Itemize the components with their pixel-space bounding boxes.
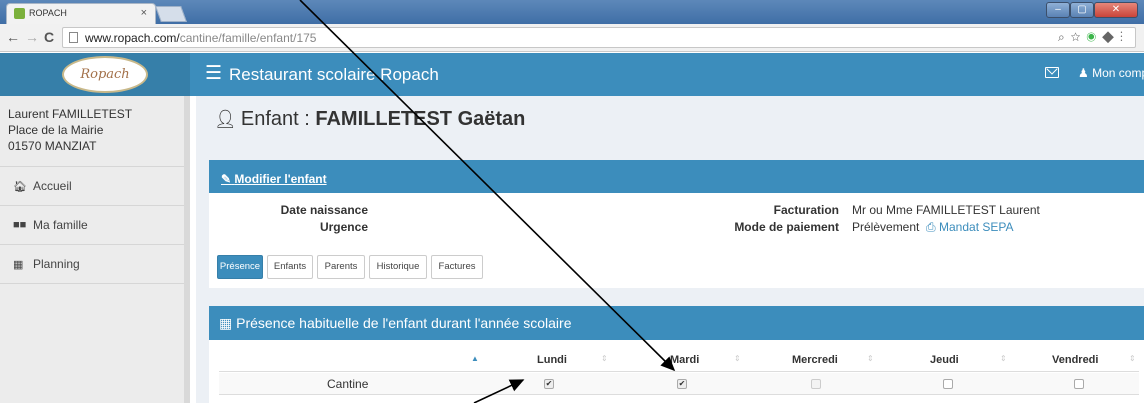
back-arrow-icon[interactable]: ← xyxy=(6,29,20,45)
payment-mode-value: Prélèvement ⎙ Mandat SEPA xyxy=(852,220,1013,235)
zoom-icon[interactable]: ⌕ xyxy=(1058,30,1071,44)
reload-icon[interactable]: C xyxy=(44,29,54,45)
logo-area: Ropach xyxy=(0,53,190,96)
presence-header: ▦ Présence habituelle de l'enfant durant… xyxy=(209,306,1144,340)
sidebar-item-planning[interactable]: ▦ Planning xyxy=(0,245,184,283)
browser-tab[interactable]: ROPACH × xyxy=(6,3,156,24)
favicon-icon xyxy=(14,8,25,19)
close-window-button[interactable]: ✕ xyxy=(1094,2,1138,18)
close-tab-icon[interactable]: × xyxy=(141,7,147,19)
account-menu[interactable]: ♟ Mon compte xyxy=(1078,66,1144,80)
ropach-logo[interactable]: Ropach xyxy=(62,56,148,93)
home-icon: 🏠︎ xyxy=(13,181,27,193)
menu-dots-icon[interactable]: ⋮ xyxy=(1120,30,1129,44)
address-line-1: Place de la Mairie xyxy=(8,123,104,137)
sort-icon[interactable]: ⇕ xyxy=(734,354,741,363)
group-icon: ■■ xyxy=(13,219,27,231)
sidebar-item-ma-famille[interactable]: ■■ Ma famille xyxy=(0,206,184,244)
presence-box: ▦ Présence habituelle de l'enfant durant… xyxy=(209,306,1144,403)
url-host: www.ropach.com/ xyxy=(85,31,180,45)
column-header-vendredi[interactable]: Vendredi xyxy=(1052,354,1098,366)
tab-parents[interactable]: Parents xyxy=(317,255,365,279)
child-icon: 👤︎ xyxy=(214,109,237,129)
hamburger-icon[interactable]: ☰ xyxy=(205,64,222,84)
minimize-button[interactable]: – xyxy=(1046,2,1070,18)
sort-icon[interactable]: ⇕ xyxy=(867,354,874,363)
billing-value: Mr ou Mme FAMILLETEST Laurent xyxy=(852,203,1040,217)
column-header-mardi[interactable]: Mardi xyxy=(670,354,699,366)
birth-date-label: Date naissance xyxy=(280,203,368,217)
child-info-header: ✎ Modifier l'enfant xyxy=(209,163,1144,193)
calendar-icon: ▦ xyxy=(13,259,24,271)
sidebar-item-label: Accueil xyxy=(33,179,72,193)
extension-icon-2[interactable]: ◆ xyxy=(1102,30,1120,44)
url-text: www.ropach.com/cantine/famille/enfant/17… xyxy=(85,31,316,45)
sort-icon[interactable]: ⇕ xyxy=(1129,354,1136,363)
payment-mode-label: Mode de paiement xyxy=(734,220,839,234)
payment-value: Prélèvement xyxy=(852,220,920,234)
sort-icon[interactable]: ⇕ xyxy=(1000,354,1007,363)
child-name: FAMILLETEST Gaëtan xyxy=(315,108,526,130)
column-header-mercredi[interactable]: Mercredi xyxy=(792,354,838,366)
bookmark-star-icon[interactable]: ☆ xyxy=(1071,30,1087,44)
maximize-button[interactable]: ▢ xyxy=(1070,2,1094,18)
presence-table-header: ▲ Lundi ⇕ Mardi ⇕ Mercredi ⇕ Jeudi ⇕ Ven… xyxy=(219,350,1139,372)
page-title: 👤︎ Enfant : FAMILLETEST Gaëtan xyxy=(214,108,525,131)
browser-tabbar: ROPACH × – ▢ ✕ xyxy=(0,0,1144,24)
checkbox-vendredi[interactable] xyxy=(1074,379,1084,389)
tab-historique[interactable]: Historique xyxy=(369,255,427,279)
new-tab-button[interactable] xyxy=(155,6,187,22)
column-header-jeudi[interactable]: Jeudi xyxy=(930,354,959,366)
table-row: Cantine ✔ ✔ xyxy=(219,373,1139,395)
row-label-cantine: Cantine xyxy=(327,377,369,391)
user-icon: ♟ xyxy=(1078,66,1089,80)
urgency-label: Urgence xyxy=(319,220,368,234)
extension-icon[interactable]: ◉ xyxy=(1086,30,1102,44)
presence-title: ▦ Présence habituelle de l'enfant durant… xyxy=(219,315,571,332)
sidebar-divider xyxy=(0,283,184,284)
sidebar-item-label: Planning xyxy=(33,257,80,271)
presence-title-text: Présence habituelle de l'enfant durant l… xyxy=(236,315,572,331)
checkbox-jeudi[interactable] xyxy=(943,379,953,389)
billing-label: Facturation xyxy=(773,203,839,217)
sort-icon[interactable]: ⇕ xyxy=(601,354,608,363)
mail-icon[interactable] xyxy=(1045,67,1059,78)
sepa-mandate-label: Mandat SEPA xyxy=(939,220,1014,234)
main-content: 👤︎ Enfant : FAMILLETEST Gaëtan ✎ Modifier… xyxy=(196,96,1144,403)
checkbox-mardi[interactable]: ✔ xyxy=(677,379,687,389)
user-info: Laurent FAMILLETEST Place de la Mairie 0… xyxy=(8,106,132,154)
calendar-icon: ▦ xyxy=(219,315,233,331)
edit-child-link[interactable]: ✎ Modifier l'enfant xyxy=(221,172,327,186)
address-bar-icons: ⌕☆◉◆⋮ xyxy=(1058,30,1129,45)
tab-presence[interactable]: Présence xyxy=(217,255,263,279)
checkbox-mercredi xyxy=(811,379,821,389)
sidebar: Laurent FAMILLETEST Place de la Mairie 0… xyxy=(0,96,190,403)
column-header-lundi[interactable]: Lundi xyxy=(537,354,567,366)
edit-child-label: Modifier l'enfant xyxy=(234,172,327,186)
url-path: cantine/famille/enfant/175 xyxy=(179,31,317,45)
sidebar-item-label: Ma famille xyxy=(33,218,88,232)
tab-enfants[interactable]: Enfants xyxy=(267,255,313,279)
address-line-2: 01570 MANZIAT xyxy=(8,139,97,153)
user-name: Laurent FAMILLETEST xyxy=(8,107,133,121)
child-info-box: ✎ Modifier l'enfant Date naissance Urgen… xyxy=(209,160,1144,288)
screen: ROPACH × – ▢ ✕ ← → C www.ropach.com/cant… xyxy=(0,0,1144,403)
print-icon: ⎙ xyxy=(926,220,936,234)
title-prefix: Enfant : xyxy=(240,108,316,130)
sort-asc-icon[interactable]: ▲ xyxy=(471,354,479,363)
browser-toolbar: ← → C www.ropach.com/cantine/famille/enf… xyxy=(0,24,1144,52)
checkbox-lundi[interactable]: ✔ xyxy=(544,379,554,389)
app-header: Ropach ☰ Restaurant scolaire Ropach ♟ Mo… xyxy=(0,53,1144,96)
account-label: Mon compte xyxy=(1092,66,1144,80)
app-title: Restaurant scolaire Ropach xyxy=(229,65,439,84)
page-icon xyxy=(69,32,78,43)
forward-arrow-icon[interactable]: → xyxy=(25,29,39,45)
sidebar-item-accueil[interactable]: 🏠︎ Accueil xyxy=(0,167,184,205)
tab-title: ROPACH xyxy=(29,8,67,18)
edit-icon: ✎ xyxy=(221,172,232,186)
address-bar[interactable]: www.ropach.com/cantine/famille/enfant/17… xyxy=(62,27,1136,48)
tab-factures[interactable]: Factures xyxy=(431,255,483,279)
sepa-mandate-link[interactable]: ⎙ Mandat SEPA xyxy=(926,220,1013,234)
